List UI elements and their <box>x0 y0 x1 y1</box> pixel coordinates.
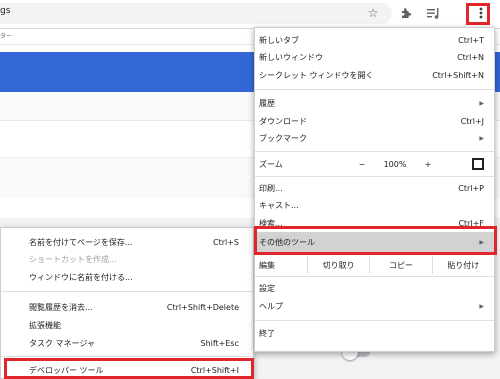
cut-button[interactable]: 切り取り <box>307 256 369 274</box>
more-menu-highlight <box>466 3 490 25</box>
menu-item-new-tab[interactable]: 新しいタブ Ctrl+T <box>255 31 494 49</box>
menu-item-incognito[interactable]: シークレット ウィンドウを開く Ctrl+Shift+N <box>255 66 494 84</box>
edit-label: 編集 <box>259 260 275 270</box>
bookmark-bar-fragment: ター <box>0 33 13 40</box>
menu-item-create-shortcut: ショートカットを作成... <box>29 254 117 264</box>
reading-list-icon[interactable] <box>426 5 442 21</box>
dev-tools-highlight <box>4 358 254 379</box>
menu-separator <box>255 320 494 321</box>
menu-item-history[interactable]: 履歴 ▶ <box>255 94 494 112</box>
edit-row: 編集 切り取り コピー 貼り付け <box>255 256 494 274</box>
star-icon[interactable]: ☆ <box>365 5 381 21</box>
menu-item-clear-data[interactable]: 閲覧履歴を消去... Ctrl+Shift+Delete <box>1 298 253 316</box>
zoom-in-button[interactable]: + <box>415 160 441 169</box>
address-bar-text: gs <box>0 6 11 16</box>
menu-separator <box>1 291 253 292</box>
zoom-row: ズーム − 100% + <box>255 152 494 176</box>
more-tools-submenu: 名前を付けてページを保存... Ctrl+S ショートカットを作成... ウィン… <box>0 227 254 379</box>
menu-separator <box>255 176 494 177</box>
menu-separator <box>255 89 494 90</box>
menu-item-bookmarks[interactable]: ブックマーク ▶ <box>255 129 494 147</box>
zoom-out-button[interactable]: − <box>349 160 375 169</box>
menu-item-new-window[interactable]: 新しいウィンドウ Ctrl+N <box>255 48 494 66</box>
menu-item-print[interactable]: 印刷... Ctrl+P <box>255 179 494 197</box>
menu-item-settings[interactable]: 設定 <box>255 279 494 297</box>
menu-item-help[interactable]: ヘルプ ▶ <box>255 297 494 315</box>
address-bar[interactable] <box>0 3 392 24</box>
zoom-level: 100% <box>383 159 407 169</box>
menu-item-task-manager[interactable]: タスク マネージャ Shift+Esc <box>1 334 253 352</box>
paste-button[interactable]: 貼り付け <box>431 256 494 274</box>
menu-separator <box>255 276 494 277</box>
chrome-main-menu: 新しいタブ Ctrl+T 新しいウィンドウ Ctrl+N シークレット ウィンド… <box>254 27 495 352</box>
extensions-icon[interactable] <box>398 5 414 21</box>
fullscreen-icon[interactable] <box>472 158 484 170</box>
menu-separator <box>1 356 253 357</box>
menu-item-extensions[interactable]: 拡張機能 <box>1 316 253 334</box>
menu-item-save-page[interactable]: 名前を付けてページを保存... Ctrl+S <box>1 233 253 251</box>
menu-item-downloads[interactable]: ダウンロード Ctrl+J <box>255 112 494 130</box>
chevron-right-icon: ▶ <box>479 134 484 142</box>
more-tools-highlight <box>254 226 497 255</box>
menu-item-name-window[interactable]: ウィンドウに名前を付ける... <box>1 268 253 286</box>
chevron-right-icon: ▶ <box>479 302 484 310</box>
menu-item-cast[interactable]: キャスト... <box>255 196 494 214</box>
chevron-right-icon: ▶ <box>479 99 484 107</box>
menu-item-exit[interactable]: 終了 <box>255 324 494 342</box>
zoom-label: ズーム <box>259 159 283 169</box>
copy-button[interactable]: コピー <box>369 256 431 274</box>
